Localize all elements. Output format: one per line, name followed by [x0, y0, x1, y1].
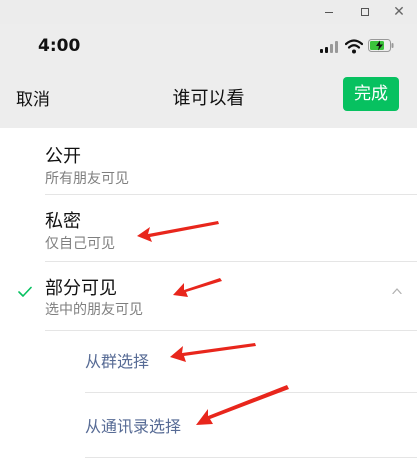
visibility-option-public[interactable]: 公开 所有朋友可见: [0, 128, 417, 194]
cellular-signal-icon: [320, 41, 340, 53]
chevron-up-icon[interactable]: [392, 288, 402, 294]
status-time: 4:00: [38, 36, 81, 56]
battery-charging-icon: [368, 39, 394, 52]
done-button[interactable]: 完成: [343, 77, 399, 111]
option-title: 私密: [45, 211, 81, 232]
select-from-contacts-link[interactable]: 从通讯录选择: [85, 413, 181, 437]
divider: [85, 392, 417, 393]
option-subtitle: 仅自己可见: [45, 236, 115, 252]
check-icon: [18, 286, 32, 297]
select-from-groups-link[interactable]: 从群选择: [85, 348, 149, 372]
window-maximize-button[interactable]: [352, 0, 378, 24]
annotation-arrow: [196, 385, 289, 425]
visibility-option-partial[interactable]: 部分可见 选中的朋友可见: [0, 262, 417, 330]
option-subtitle: 所有朋友可见: [45, 171, 129, 187]
annotation-arrow: [170, 343, 256, 362]
window-close-button[interactable]: ✕: [386, 0, 412, 24]
visibility-option-private[interactable]: 私密 仅自己可见: [0, 195, 417, 261]
option-title: 部分可见: [45, 278, 117, 299]
navigation-bar: 取消 谁可以看 完成: [0, 68, 417, 128]
divider: [85, 457, 417, 458]
window-titlebar: ✕: [0, 0, 417, 24]
option-title: 公开: [45, 146, 81, 167]
option-subtitle: 选中的朋友可见: [45, 302, 143, 318]
window-minimize-button[interactable]: [316, 0, 342, 24]
wifi-icon: [345, 39, 363, 54]
divider: [45, 330, 417, 331]
status-bar: 4:00: [0, 24, 417, 68]
